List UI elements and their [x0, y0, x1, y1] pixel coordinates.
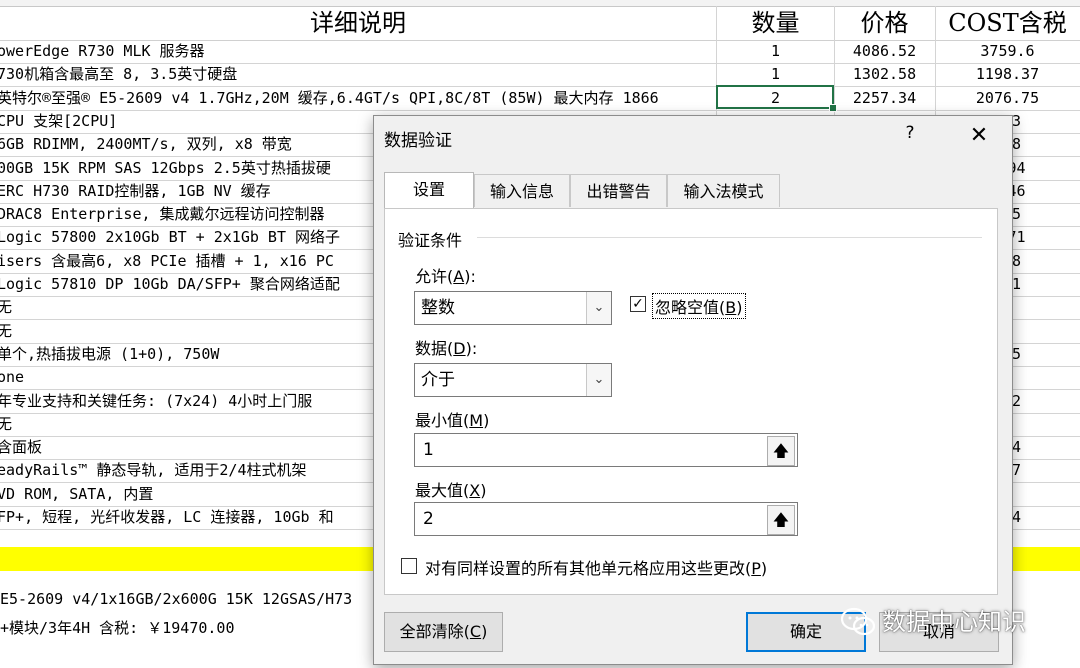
cell-desc[interactable]: 英特尔®至强® E5-2609 v4 1.7GHz,20M 缓存,6.4GT/s… [0, 87, 715, 110]
data-accelerator: D [453, 339, 466, 358]
ignore-blank-label[interactable]: 忽略空值(B) [652, 293, 746, 319]
min-value-field[interactable]: 1 🡅 [414, 433, 798, 467]
checkmark-icon: ✓ [632, 296, 644, 312]
cell-price[interactable]: 2257.34 [834, 87, 935, 110]
allow-select[interactable]: 整数 ⌄ [414, 291, 612, 325]
cell-cost[interactable]: 1198.37 [935, 63, 1080, 86]
tab-ime-mode[interactable]: 输入法模式 [667, 174, 780, 207]
min-label-text: 最小值 [415, 411, 464, 430]
header-price[interactable]: 价格 [834, 6, 935, 41]
data-select[interactable]: 介于 ⌄ [414, 363, 612, 397]
chevron-down-icon[interactable]: ⌄ [586, 364, 611, 396]
tab-input-message[interactable]: 输入信息 [474, 174, 570, 207]
min-label: 最小值(M) [415, 411, 490, 430]
max-label: 最大值(X) [415, 481, 487, 500]
selected-cell[interactable] [716, 85, 834, 109]
summary-line-2[interactable]: +模块/3年4H 含税: ￥19470.00 [0, 617, 235, 638]
max-label-text: 最大值 [415, 481, 464, 500]
min-value: 1 [423, 440, 434, 460]
tab-error-alert[interactable]: 出错警告 [570, 174, 667, 207]
ignore-blank-checkbox[interactable]: ✓ [630, 296, 646, 312]
data-label-text: 数据 [415, 339, 448, 358]
cell-desc[interactable]: 730机箱含最高至 8, 3.5英寸硬盘 [0, 63, 715, 86]
data-label: 数据(D): [415, 339, 478, 358]
clear-all-text: 全部清除 [399, 622, 464, 641]
collapse-dialog-icon[interactable]: 🡅 [767, 505, 795, 535]
table-row[interactable]: owerEdge R730 MLK 服务器 1 4086.52 3759.6 [0, 40, 1080, 64]
cell-price[interactable]: 4086.52 [834, 40, 935, 63]
min-accelerator: M [469, 411, 484, 430]
apply-all-checkbox[interactable] [401, 558, 417, 574]
header-desc[interactable]: 详细说明 [0, 6, 716, 41]
chevron-down-icon[interactable]: ⌄ [586, 292, 611, 324]
cell-qty[interactable]: 1 [717, 40, 834, 63]
apply-all-accelerator: P [751, 559, 761, 578]
max-value: 2 [423, 509, 434, 529]
ignore-blank-accelerator: B [725, 298, 737, 317]
max-value-field[interactable]: 2 🡅 [414, 502, 798, 536]
summary-line-1[interactable]: E5-2609 v4/1x16GB/2x600G 15K 12GSAS/H73 [0, 590, 352, 608]
cell-qty[interactable]: 1 [717, 63, 834, 86]
validation-criteria-label: 验证条件 [398, 227, 467, 251]
cell-cost[interactable]: 2076.75 [935, 87, 1080, 110]
collapse-dialog-icon[interactable]: 🡅 [767, 436, 795, 466]
allow-label-text: 允许 [415, 267, 448, 286]
data-validation-dialog: 数据验证 ? ✕ 设置 输入信息 出错警告 输入法模式 验证条件 允许(A): … [373, 115, 1013, 665]
close-icon: ✕ [969, 123, 989, 148]
apply-all-text: 对有同样设置的所有其他单元格应用这些更改 [425, 559, 746, 578]
wechat-icon [840, 607, 876, 636]
fill-handle[interactable] [829, 104, 837, 112]
cell-desc[interactable]: owerEdge R730 MLK 服务器 [0, 40, 715, 63]
header-cost[interactable]: COST含税 [935, 6, 1080, 41]
apply-all-label[interactable]: 对有同样设置的所有其他单元格应用这些更改(P) [425, 555, 767, 579]
cell-cost[interactable]: 3759.6 [935, 40, 1080, 63]
help-button[interactable]: ? [898, 123, 922, 149]
allow-label: 允许(A): [415, 267, 476, 286]
clear-all-accelerator: C [469, 622, 482, 641]
cell-price[interactable]: 1302.58 [834, 63, 935, 86]
allow-value: 整数 [421, 298, 455, 318]
allow-accelerator: A [453, 267, 465, 286]
max-accelerator: X [469, 481, 481, 500]
clear-all-button[interactable]: 全部清除(C) [384, 612, 503, 652]
settings-panel: 验证条件 允许(A): 整数 ⌄ ✓ 忽略空值(B) 数据(D): 介于 ⌄ 最… [384, 208, 998, 595]
table-row[interactable]: 英特尔®至强® E5-2609 v4 1.7GHz,20M 缓存,6.4GT/s… [0, 87, 1080, 111]
data-value: 介于 [421, 370, 455, 390]
table-row[interactable]: 730机箱含最高至 8, 3.5英寸硬盘 1 1302.58 1198.37 [0, 63, 1080, 88]
watermark-text: 数据中心知识 [882, 608, 1026, 636]
header-qty[interactable]: 数量 [717, 6, 834, 41]
tab-settings[interactable]: 设置 [384, 172, 474, 208]
ignore-blank-text: 忽略空值 [655, 298, 720, 317]
close-button[interactable]: ✕ [966, 122, 992, 150]
dialog-title: 数据验证 [384, 131, 452, 151]
group-divider [477, 237, 982, 238]
